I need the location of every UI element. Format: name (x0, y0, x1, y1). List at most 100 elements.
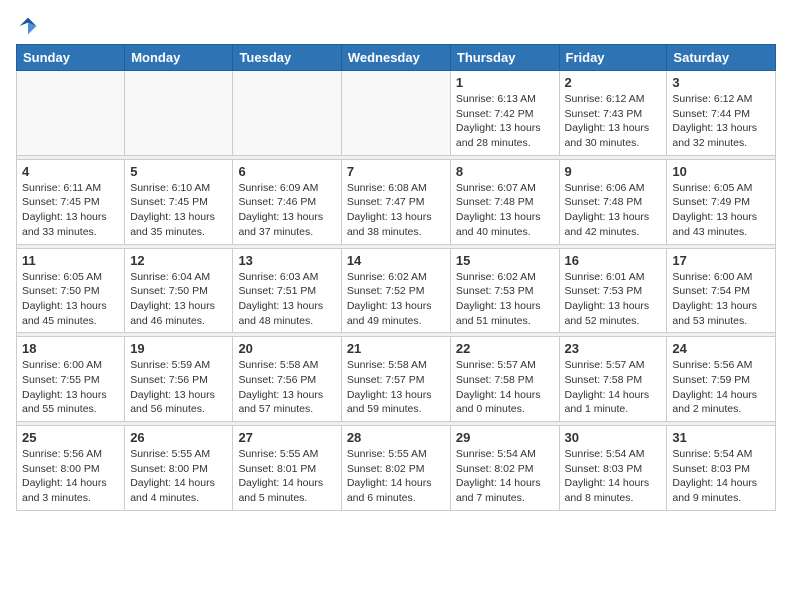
day-info: Sunrise: 5:58 AM Sunset: 7:56 PM Dayligh… (238, 358, 335, 417)
day-header-saturday: Saturday (667, 45, 776, 71)
week-row-2: 4 Sunrise: 6:11 AM Sunset: 7:45 PM Daylig… (17, 159, 776, 244)
calendar-cell: 13 Sunrise: 6:03 AM Sunset: 7:51 PM Dayli… (233, 248, 341, 333)
logo (16, 16, 38, 36)
day-info: Sunrise: 5:58 AM Sunset: 7:57 PM Dayligh… (347, 358, 445, 417)
calendar-cell: 12 Sunrise: 6:04 AM Sunset: 7:50 PM Dayli… (125, 248, 233, 333)
day-number: 29 (456, 430, 554, 445)
calendar-cell: 20 Sunrise: 5:58 AM Sunset: 7:56 PM Dayli… (233, 337, 341, 422)
calendar-cell: 9 Sunrise: 6:06 AM Sunset: 7:48 PM Daylig… (559, 159, 667, 244)
calendar-cell: 5Sunrise: 6:10 AM Sunset: 7:45 PM Daylig… (125, 159, 233, 244)
calendar-cell: 2Sunrise: 6:12 AM Sunset: 7:43 PM Daylig… (559, 71, 667, 156)
logo-icon (18, 16, 38, 36)
day-number: 10 (672, 164, 770, 179)
calendar-cell: 19 Sunrise: 5:59 AM Sunset: 7:56 PM Dayli… (125, 337, 233, 422)
calendar-cell (125, 71, 233, 156)
calendar-cell: 14 Sunrise: 6:02 AM Sunset: 7:52 PM Dayli… (341, 248, 450, 333)
calendar-cell: 15Sunrise: 6:02 AM Sunset: 7:53 PM Dayli… (450, 248, 559, 333)
day-header-wednesday: Wednesday (341, 45, 450, 71)
calendar-cell: 16 Sunrise: 6:01 AM Sunset: 7:53 PM Dayli… (559, 248, 667, 333)
day-info: Sunrise: 5:57 AM Sunset: 7:58 PM Dayligh… (456, 358, 554, 417)
day-number: 30 (565, 430, 662, 445)
calendar-cell: 28 Sunrise: 5:55 AM Sunset: 8:02 PM Dayli… (341, 426, 450, 511)
day-info: Sunrise: 5:59 AM Sunset: 7:56 PM Dayligh… (130, 358, 227, 417)
day-info: Sunrise: 6:06 AM Sunset: 7:48 PM Dayligh… (565, 181, 662, 240)
day-info: Sunrise: 6:03 AM Sunset: 7:51 PM Dayligh… (238, 270, 335, 329)
day-number: 23 (565, 341, 662, 356)
day-info: Sunrise: 6:02 AM Sunset: 7:53 PM Dayligh… (456, 270, 554, 329)
week-row-1: 1 Sunrise: 6:13 AM Sunset: 7:42 PM Daylig… (17, 71, 776, 156)
day-number: 8 (456, 164, 554, 179)
day-number: 11 (22, 253, 119, 268)
day-number: 31 (672, 430, 770, 445)
day-info: Sunrise: 6:00 AM Sunset: 7:55 PM Dayligh… (22, 358, 119, 417)
day-info: Sunrise: 6:01 AM Sunset: 7:53 PM Dayligh… (565, 270, 662, 329)
day-number: 27 (238, 430, 335, 445)
calendar-cell: 27 Sunrise: 5:55 AM Sunset: 8:01 PM Dayli… (233, 426, 341, 511)
calendar-cell: 17 Sunrise: 6:00 AM Sunset: 7:54 PM Dayli… (667, 248, 776, 333)
day-number: 4 (22, 164, 119, 179)
calendar-cell: 18 Sunrise: 6:00 AM Sunset: 7:55 PM Dayli… (17, 337, 125, 422)
day-info: Sunrise: 6:02 AM Sunset: 7:52 PM Dayligh… (347, 270, 445, 329)
calendar-cell: 26 Sunrise: 5:55 AM Sunset: 8:00 PM Dayli… (125, 426, 233, 511)
day-info: Sunrise: 5:54 AM Sunset: 8:03 PM Dayligh… (672, 447, 770, 506)
calendar-cell: 4 Sunrise: 6:11 AM Sunset: 7:45 PM Daylig… (17, 159, 125, 244)
day-number: 1 (456, 75, 554, 90)
day-header-monday: Monday (125, 45, 233, 71)
day-header-thursday: Thursday (450, 45, 559, 71)
calendar-cell: 22 Sunrise: 5:57 AM Sunset: 7:58 PM Dayli… (450, 337, 559, 422)
day-info: Sunrise: 5:54 AM Sunset: 8:03 PM Dayligh… (565, 447, 662, 506)
calendar-cell: 11 Sunrise: 6:05 AM Sunset: 7:50 PM Dayli… (17, 248, 125, 333)
calendar-header-row: SundayMondayTuesdayWednesdayThursdayFrid… (17, 45, 776, 71)
page-header (16, 16, 776, 36)
calendar-cell: 8 Sunrise: 6:07 AM Sunset: 7:48 PM Daylig… (450, 159, 559, 244)
calendar-cell: 25 Sunrise: 5:56 AM Sunset: 8:00 PM Dayli… (17, 426, 125, 511)
day-number: 12 (130, 253, 227, 268)
day-info: Sunrise: 6:05 AM Sunset: 7:49 PM Dayligh… (672, 181, 770, 240)
day-number: 13 (238, 253, 335, 268)
day-header-tuesday: Tuesday (233, 45, 341, 71)
day-number: 2 (565, 75, 662, 90)
day-info: Sunrise: 6:00 AM Sunset: 7:54 PM Dayligh… (672, 270, 770, 329)
calendar-cell: 3Sunrise: 6:12 AM Sunset: 7:44 PM Daylig… (667, 71, 776, 156)
day-info: Sunrise: 6:05 AM Sunset: 7:50 PM Dayligh… (22, 270, 119, 329)
calendar-cell: 24 Sunrise: 5:56 AM Sunset: 7:59 PM Dayli… (667, 337, 776, 422)
day-info: Sunrise: 5:56 AM Sunset: 7:59 PM Dayligh… (672, 358, 770, 417)
day-number: 26 (130, 430, 227, 445)
calendar-cell: 31 Sunrise: 5:54 AM Sunset: 8:03 PM Dayli… (667, 426, 776, 511)
day-number: 22 (456, 341, 554, 356)
day-number: 9 (565, 164, 662, 179)
day-info: Sunrise: 6:13 AM Sunset: 7:42 PM Dayligh… (456, 92, 554, 151)
day-info: Sunrise: 5:54 AM Sunset: 8:02 PM Dayligh… (456, 447, 554, 506)
day-info: Sunrise: 5:55 AM Sunset: 8:01 PM Dayligh… (238, 447, 335, 506)
day-number: 25 (22, 430, 119, 445)
day-info: Sunrise: 6:08 AM Sunset: 7:47 PM Dayligh… (347, 181, 445, 240)
calendar-cell: 23 Sunrise: 5:57 AM Sunset: 7:58 PM Dayli… (559, 337, 667, 422)
day-number: 17 (672, 253, 770, 268)
calendar-table: SundayMondayTuesdayWednesdayThursdayFrid… (16, 44, 776, 511)
day-number: 6 (238, 164, 335, 179)
calendar-cell: 10 Sunrise: 6:05 AM Sunset: 7:49 PM Dayli… (667, 159, 776, 244)
day-info: Sunrise: 6:12 AM Sunset: 7:44 PM Dayligh… (672, 92, 770, 151)
week-row-3: 11 Sunrise: 6:05 AM Sunset: 7:50 PM Dayli… (17, 248, 776, 333)
day-info: Sunrise: 5:55 AM Sunset: 8:00 PM Dayligh… (130, 447, 227, 506)
day-info: Sunrise: 5:56 AM Sunset: 8:00 PM Dayligh… (22, 447, 119, 506)
day-number: 16 (565, 253, 662, 268)
day-number: 18 (22, 341, 119, 356)
week-row-5: 25 Sunrise: 5:56 AM Sunset: 8:00 PM Dayli… (17, 426, 776, 511)
day-header-friday: Friday (559, 45, 667, 71)
day-info: Sunrise: 6:07 AM Sunset: 7:48 PM Dayligh… (456, 181, 554, 240)
day-info: Sunrise: 6:10 AM Sunset: 7:45 PM Dayligh… (130, 181, 227, 240)
day-info: Sunrise: 5:55 AM Sunset: 8:02 PM Dayligh… (347, 447, 445, 506)
day-info: Sunrise: 6:04 AM Sunset: 7:50 PM Dayligh… (130, 270, 227, 329)
week-row-4: 18 Sunrise: 6:00 AM Sunset: 7:55 PM Dayli… (17, 337, 776, 422)
day-info: Sunrise: 6:11 AM Sunset: 7:45 PM Dayligh… (22, 181, 119, 240)
day-info: Sunrise: 5:57 AM Sunset: 7:58 PM Dayligh… (565, 358, 662, 417)
day-number: 14 (347, 253, 445, 268)
day-number: 24 (672, 341, 770, 356)
calendar-cell (17, 71, 125, 156)
day-number: 28 (347, 430, 445, 445)
day-number: 19 (130, 341, 227, 356)
calendar-cell: 7 Sunrise: 6:08 AM Sunset: 7:47 PM Daylig… (341, 159, 450, 244)
day-number: 20 (238, 341, 335, 356)
day-number: 7 (347, 164, 445, 179)
